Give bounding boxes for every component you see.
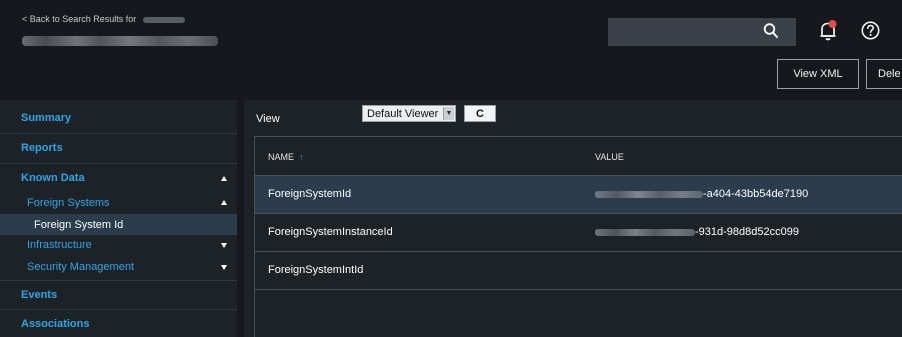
viewer-select-value: Default Viewer: [367, 107, 439, 120]
sidebar-item-label: Events: [21, 289, 58, 301]
search-icon[interactable]: [763, 22, 779, 40]
page-header: < Back to Search Results for View XML De…: [0, 0, 902, 100]
sidebar-item-events[interactable]: Events: [0, 285, 237, 305]
view-xml-button[interactable]: View XML: [777, 59, 859, 89]
sidebar-item-label: Summary: [21, 112, 72, 124]
sidebar-item-known-data[interactable]: Known Data: [0, 168, 237, 188]
entity-title-redacted: [22, 36, 218, 46]
column-header-value[interactable]: VALUE: [595, 152, 624, 162]
sidebar-item-foreign-system-id[interactable]: Foreign System Id: [0, 214, 237, 235]
sidebar-divider: [0, 280, 237, 281]
table-header: NAME ↑ VALUE: [255, 136, 902, 176]
sidebar-item-infrastructure[interactable]: Infrastructure: [0, 235, 237, 255]
sidebar-item-reports[interactable]: Reports: [0, 138, 237, 158]
back-to-search-results-link[interactable]: < Back to Search Results for: [22, 14, 185, 24]
table-row[interactable]: ForeignSystemIntId: [255, 252, 902, 290]
viewer-select[interactable]: Default Viewer ▼: [362, 105, 456, 122]
row-name-cell: ForeignSystemIntId: [268, 264, 364, 276]
caret-up-icon: [221, 176, 227, 181]
row-name-cell: ForeignSystemInstanceId: [268, 226, 393, 238]
refresh-icon: C: [476, 107, 484, 120]
sidebar-item-label: Infrastructure: [27, 239, 92, 251]
sidebar-nav: Summary Reports Known Data Foreign Syste…: [0, 100, 237, 337]
sort-ascending-icon: ↑: [299, 152, 304, 162]
redacted-value-prefix: [595, 190, 703, 198]
row-value-suffix: -931d-98d8d52cc099: [695, 226, 799, 238]
sidebar-divider: [0, 309, 237, 310]
row-name-cell: ForeignSystemId: [268, 188, 352, 200]
redacted-search-term: [142, 16, 185, 23]
sidebar-item-label: Associations: [21, 318, 90, 330]
sidebar-item-foreign-systems[interactable]: Foreign Systems: [0, 192, 237, 213]
sidebar-item-associations[interactable]: Associations: [0, 314, 237, 334]
back-link-label: < Back to Search Results for: [22, 14, 137, 24]
sidebar-item-security-management[interactable]: Security Management: [0, 257, 237, 277]
caret-down-icon: [221, 265, 227, 270]
sidebar-item-label: Reports: [21, 142, 63, 154]
known-data-table: NAME ↑ VALUE ForeignSystemId -a404-43bb54…: [254, 136, 902, 337]
sidebar-item-summary[interactable]: Summary: [0, 108, 237, 128]
view-label: View: [256, 113, 280, 125]
caret-down-icon: [221, 243, 227, 248]
notification-dot: [828, 20, 837, 28]
sidebar-item-label: Foreign System Id: [34, 218, 124, 231]
table-row[interactable]: ForeignSystemInstanceId -931d-98d8d52cc0…: [255, 214, 902, 252]
row-value-cell: -a404-43bb54de7190: [595, 188, 808, 200]
refresh-button[interactable]: C: [464, 105, 496, 122]
table-row[interactable]: ForeignSystemId -a404-43bb54de7190: [255, 176, 902, 214]
sidebar-divider: [0, 133, 237, 134]
redacted-value-prefix: [595, 228, 695, 236]
bell-icon[interactable]: [818, 19, 838, 43]
delete-button[interactable]: Dele: [866, 59, 902, 89]
column-header-name[interactable]: NAME ↑: [268, 152, 304, 162]
help-icon[interactable]: [861, 21, 880, 40]
column-header-name-label: NAME: [268, 152, 295, 162]
sidebar-item-label: Known Data: [21, 172, 85, 184]
row-value-cell: -931d-98d8d52cc099: [595, 226, 799, 238]
sidebar-item-label: Foreign Systems: [27, 196, 110, 209]
sidebar-item-label: Security Management: [27, 261, 134, 273]
chevron-down-icon: ▼: [443, 107, 454, 120]
caret-up-icon: [221, 200, 227, 205]
sidebar-divider: [0, 163, 237, 164]
row-value-suffix: -a404-43bb54de7190: [703, 188, 809, 200]
